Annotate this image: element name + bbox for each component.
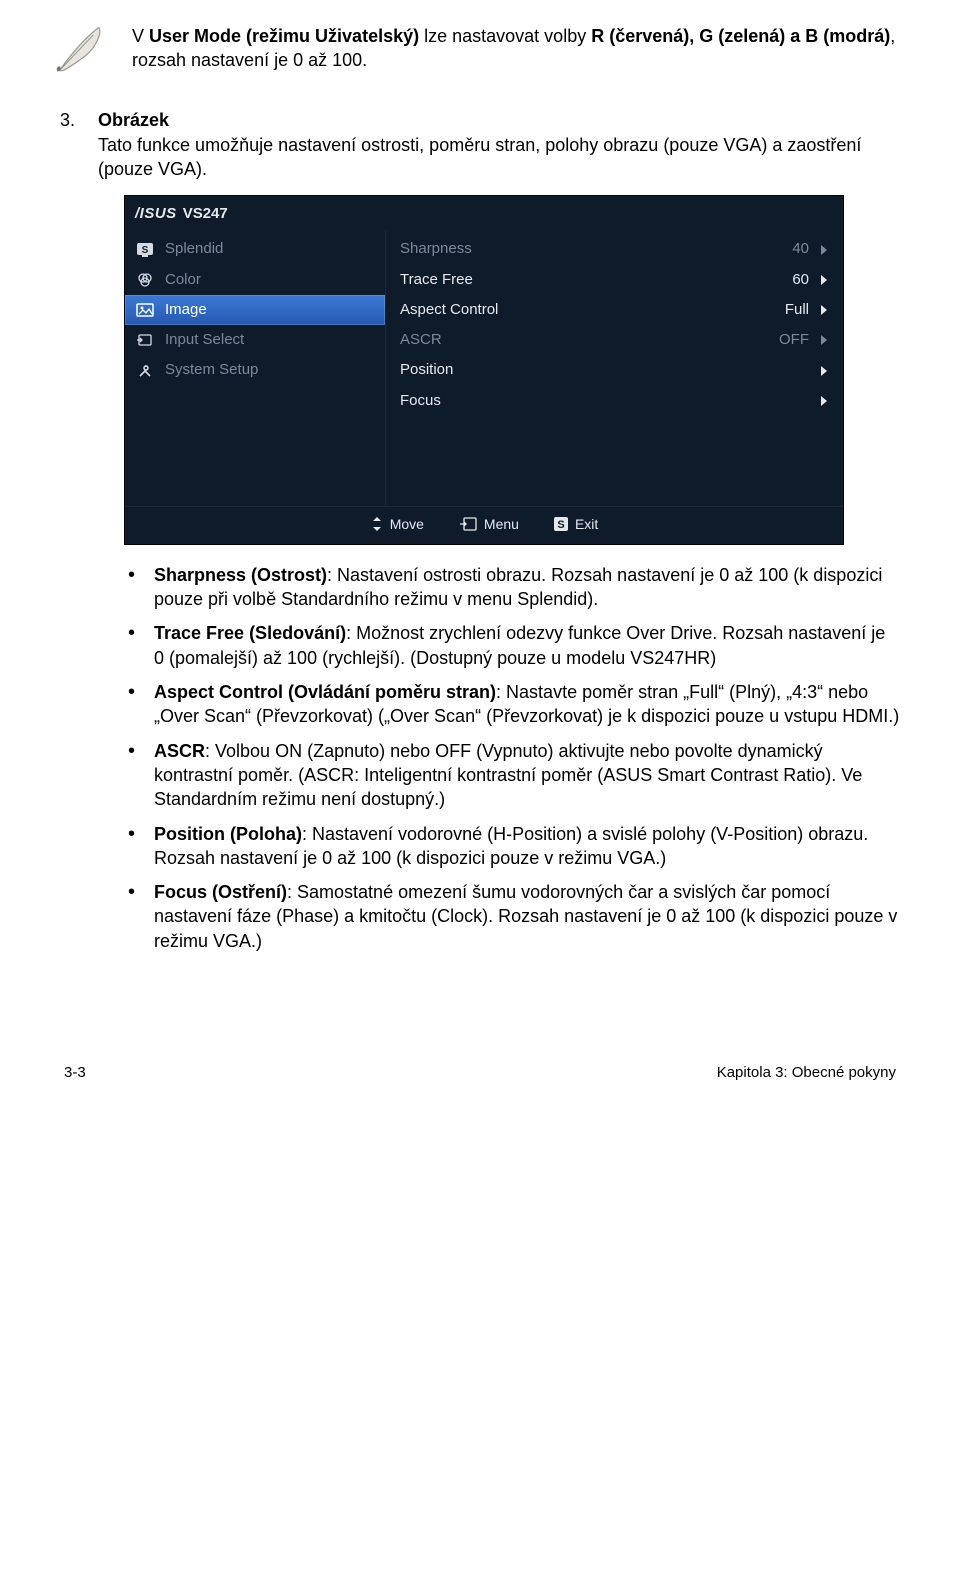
list-item: Position (Poloha): Nastavení vodorovné (… <box>124 822 900 871</box>
setting-label: Focus <box>400 391 757 411</box>
menu-label: Color <box>165 270 201 290</box>
chevron-right-icon <box>821 245 827 255</box>
list-item: Sharpness (Ostrost): Nastavení ostrosti … <box>124 563 900 612</box>
chevron-right-icon <box>821 396 827 406</box>
updown-arrows-icon <box>370 516 384 532</box>
chevron-right-icon <box>821 275 827 285</box>
input-icon <box>135 331 155 349</box>
list-item: Focus (Ostření): Samostatné omezení šumu… <box>124 880 900 953</box>
setting-label: Position <box>400 360 757 380</box>
note-bold2: R (červená), G (zelená) a B (modrá) <box>591 26 890 46</box>
osd-right-settings: Sharpness 40 Trace Free 60 Aspect Contro… <box>385 230 843 506</box>
list-item: ASCR: Volbou ON (Zapnuto) nebo OFF (Vypn… <box>124 739 900 812</box>
s-box-icon: S <box>135 241 155 259</box>
note-prefix: V <box>132 26 149 46</box>
chevron-right-icon <box>821 305 827 315</box>
section-3: 3. Obrázek Tato funkce umožňuje nastaven… <box>60 108 900 181</box>
osd-footer: Move Menu S Exit <box>125 506 843 544</box>
list-item: Aspect Control (Ovládání poměru stran): … <box>124 680 900 729</box>
bullet-bold: ASCR <box>154 741 205 761</box>
setting-focus[interactable]: Focus <box>392 386 833 416</box>
note-text: V User Mode (režimu Uživatelský) lze nas… <box>132 20 900 73</box>
list-item: Trace Free (Sledování): Možnost zrychlen… <box>124 621 900 670</box>
setting-label: ASCR <box>400 330 757 350</box>
menu-item-input-select[interactable]: Input Select <box>125 325 385 355</box>
setting-ascr[interactable]: ASCR OFF <box>392 325 833 355</box>
bullet-list: Sharpness (Ostrost): Nastavení ostrosti … <box>60 563 900 953</box>
footer-menu: Menu <box>458 515 519 534</box>
footer-label: Move <box>390 515 424 534</box>
setting-aspect-control[interactable]: Aspect Control Full <box>392 295 833 325</box>
menu-item-system-setup[interactable]: System Setup <box>125 355 385 385</box>
setting-value: Full <box>765 300 813 320</box>
setting-label: Sharpness <box>400 239 757 259</box>
chevron-right-icon <box>821 366 827 376</box>
menu-item-splendid[interactable]: S Splendid <box>125 234 385 264</box>
page-number: 3-3 <box>64 1063 86 1083</box>
note-block: V User Mode (režimu Uživatelský) lze nas… <box>50 20 900 86</box>
setting-value: 40 <box>765 239 813 259</box>
osd-header: /ISUS VS247 <box>125 196 843 230</box>
chevron-right-icon <box>821 335 827 345</box>
bullet-bold: Position (Poloha) <box>154 824 302 844</box>
bullet-text: : Volbou ON (Zapnuto) nebo OFF (Vypnuto)… <box>154 741 862 810</box>
svg-text:S: S <box>557 519 564 531</box>
menu-label: Image <box>165 300 207 320</box>
setting-value: 60 <box>765 270 813 290</box>
bullet-bold: Trace Free (Sledování) <box>154 623 346 643</box>
setting-label: Aspect Control <box>400 300 757 320</box>
note-bold1: User Mode (režimu Uživatelský) <box>149 26 419 46</box>
bullet-bold: Sharpness (Ostrost) <box>154 565 327 585</box>
menu-enter-icon <box>458 516 478 532</box>
setting-sharpness[interactable]: Sharpness 40 <box>392 234 833 264</box>
page-footer: 3-3 Kapitola 3: Obecné pokyny <box>60 1063 900 1083</box>
feather-icon <box>50 20 110 86</box>
menu-label: Input Select <box>165 330 244 350</box>
image-icon <box>135 301 155 319</box>
setting-position[interactable]: Position <box>392 355 833 385</box>
tools-icon <box>135 362 155 380</box>
footer-exit: S Exit <box>553 515 598 534</box>
footer-label: Exit <box>575 515 598 534</box>
setting-value: OFF <box>765 330 813 350</box>
section-title: Obrázek <box>98 108 900 132</box>
menu-item-image[interactable]: Image <box>125 295 385 325</box>
osd-left-menu: S Splendid Color Image <box>125 230 385 506</box>
section-number: 3. <box>60 108 80 181</box>
brand-logo: /ISUS <box>135 204 177 224</box>
bullet-bold: Focus (Ostření) <box>154 882 287 902</box>
footer-move: Move <box>370 515 424 534</box>
setting-trace-free[interactable]: Trace Free 60 <box>392 265 833 295</box>
svg-text:S: S <box>142 245 149 256</box>
menu-item-color[interactable]: Color <box>125 265 385 295</box>
section-text: Tato funkce umožňuje nastavení ostrosti,… <box>98 133 900 182</box>
model-label: VS247 <box>183 204 228 224</box>
chapter-label: Kapitola 3: Obecné pokyny <box>717 1063 896 1083</box>
note-mid: lze nastavovat volby <box>419 26 591 46</box>
footer-label: Menu <box>484 515 519 534</box>
bullet-bold: Aspect Control (Ovládání poměru stran) <box>154 682 496 702</box>
menu-label: Splendid <box>165 239 223 259</box>
osd-panel: /ISUS VS247 S Splendid Color <box>124 195 844 545</box>
menu-label: System Setup <box>165 360 258 380</box>
setting-label: Trace Free <box>400 270 757 290</box>
rgb-icon <box>135 271 155 289</box>
s-box-icon: S <box>553 516 569 532</box>
